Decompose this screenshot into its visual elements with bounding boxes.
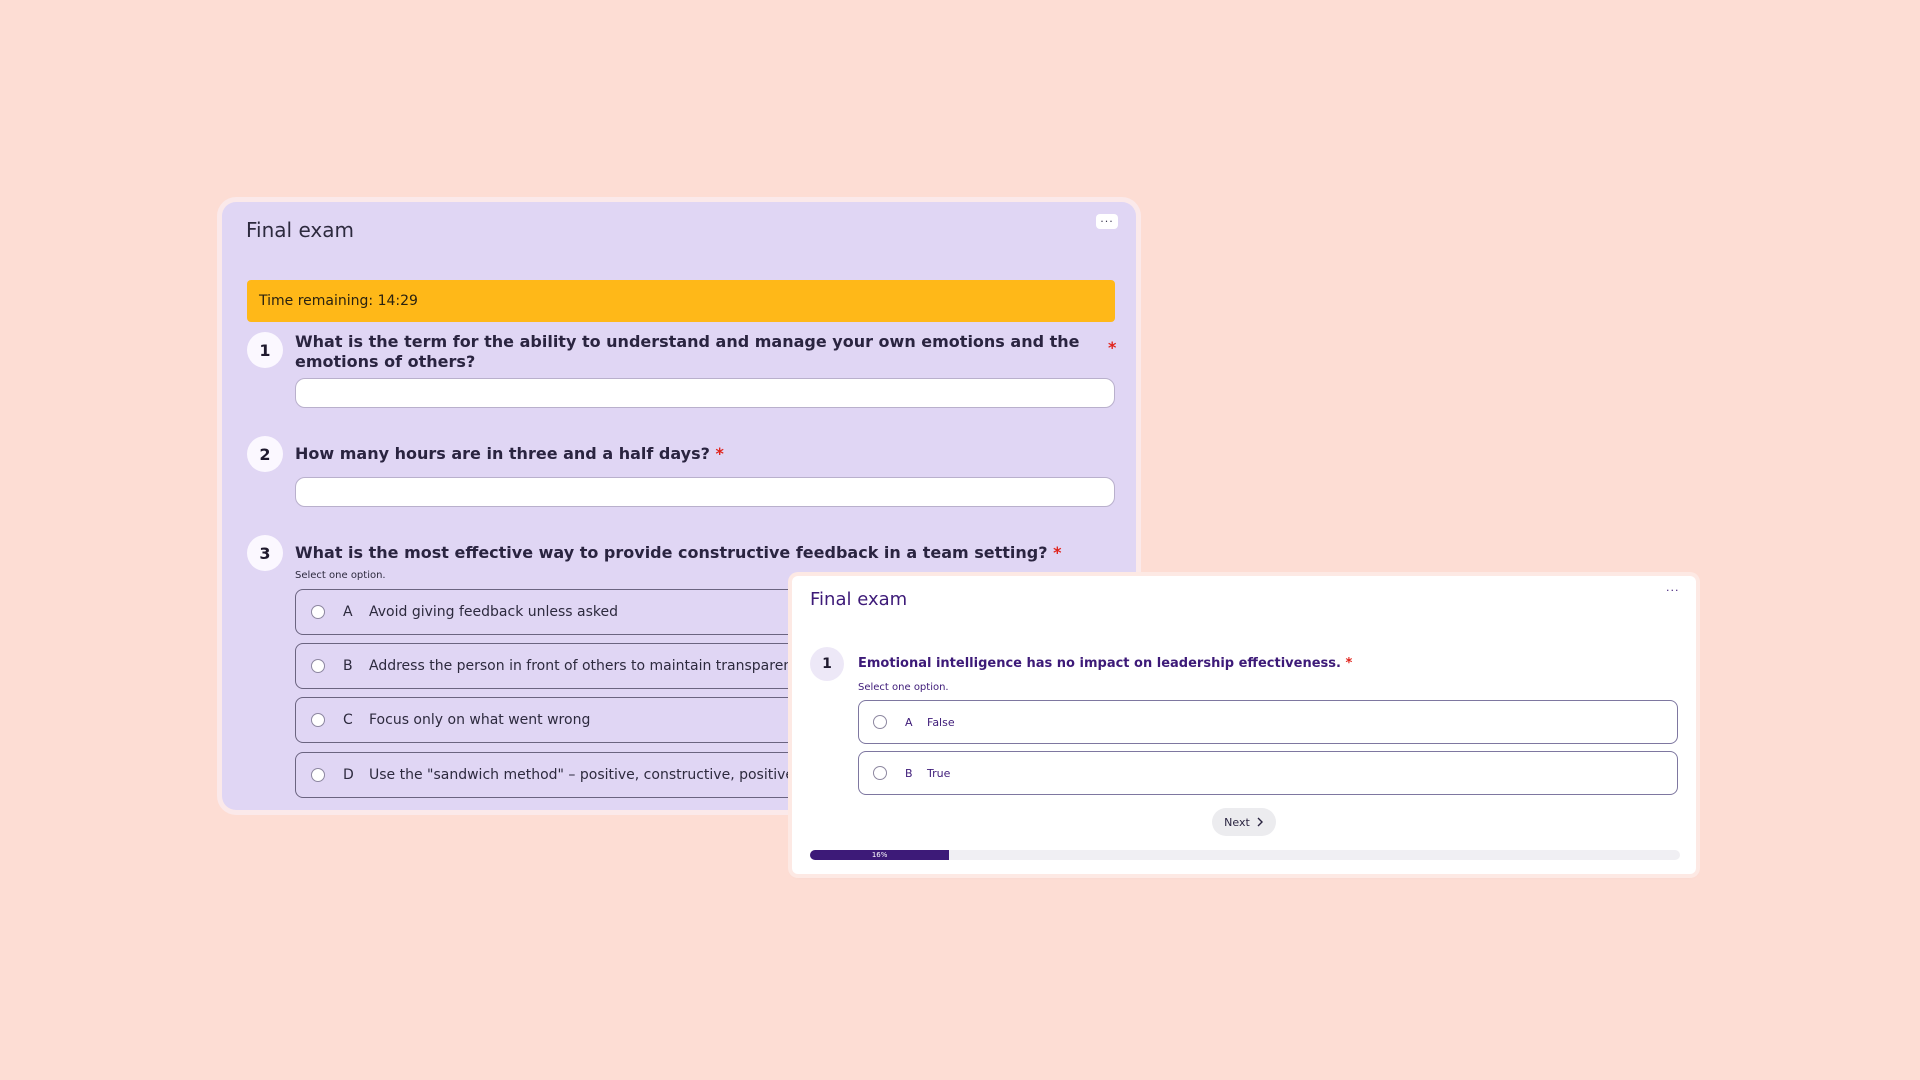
question-3-text: What is the most effective way to provid… xyxy=(295,543,1048,562)
option-letter: D xyxy=(343,767,354,783)
option-text: True xyxy=(927,766,951,780)
option-a[interactable]: A False xyxy=(858,700,1678,744)
answer-input-1[interactable] xyxy=(295,378,1115,408)
option-b[interactable]: B True xyxy=(858,751,1678,795)
question-text-content: Emotional intelligence has no impact on … xyxy=(858,656,1341,671)
select-hint: Select one option. xyxy=(858,682,949,693)
radio-icon[interactable] xyxy=(873,715,887,729)
option-letter: A xyxy=(905,715,913,729)
required-asterisk: * xyxy=(1108,338,1117,357)
option-text: Address the person in front of others to… xyxy=(369,658,809,674)
question-number: 3 xyxy=(247,535,283,571)
question-number: 1 xyxy=(247,332,283,368)
required-asterisk: * xyxy=(715,444,724,463)
chevron-right-icon xyxy=(1257,817,1263,827)
radio-icon[interactable] xyxy=(311,605,325,619)
option-text: Avoid giving feedback unless asked xyxy=(369,604,619,620)
exam-title: Final exam xyxy=(246,218,354,242)
more-icon: ··· xyxy=(1100,215,1114,228)
option-letter: A xyxy=(343,604,353,620)
next-button[interactable]: Next xyxy=(1212,808,1276,836)
question-number: 1 xyxy=(810,647,844,681)
required-asterisk: * xyxy=(1053,543,1062,562)
exam-card-foreground: Final exam ··· 1 Emotional intelligence … xyxy=(792,576,1696,874)
question-text: What is the term for the ability to unde… xyxy=(295,332,1095,372)
option-b[interactable]: B Address the person in front of others … xyxy=(295,643,855,689)
more-options-button[interactable]: ··· xyxy=(1666,584,1680,597)
exam-title: Final exam xyxy=(810,589,908,610)
progress-bar: 16% xyxy=(810,850,1680,860)
option-letter: B xyxy=(343,658,353,674)
time-remaining-text: Time remaining: 14:29 xyxy=(259,293,418,309)
option-a[interactable]: A Avoid giving feedback unless asked xyxy=(295,589,855,635)
required-asterisk: * xyxy=(1345,656,1353,671)
option-c[interactable]: C Focus only on what went wrong xyxy=(295,697,855,743)
option-text: False xyxy=(927,715,955,729)
progress-label: 16% xyxy=(871,850,888,859)
question-text: What is the most effective way to provid… xyxy=(295,543,1062,563)
option-text: Use the "sandwich method" – positive, co… xyxy=(369,767,795,783)
select-hint: Select one option. xyxy=(295,570,386,581)
radio-icon[interactable] xyxy=(873,766,887,780)
radio-icon[interactable] xyxy=(311,768,325,782)
question-number: 2 xyxy=(247,436,283,472)
next-label: Next xyxy=(1224,815,1250,829)
option-text: Focus only on what went wrong xyxy=(369,712,591,728)
radio-icon[interactable] xyxy=(311,713,325,727)
question-2-text: How many hours are in three and a half d… xyxy=(295,444,710,463)
option-d[interactable]: D Use the "sandwich method" – positive, … xyxy=(295,752,855,798)
more-options-button[interactable]: ··· xyxy=(1096,214,1118,229)
question-1-text: What is the term for the ability to unde… xyxy=(295,332,1080,371)
question-text: How many hours are in three and a half d… xyxy=(295,444,724,464)
question-text: Emotional intelligence has no impact on … xyxy=(858,656,1352,671)
progress-fill: 16% xyxy=(810,850,950,860)
answer-input-2[interactable] xyxy=(295,477,1115,507)
option-letter: C xyxy=(343,712,353,728)
time-remaining-banner: Time remaining: 14:29 xyxy=(247,280,1115,322)
option-letter: B xyxy=(905,766,913,780)
radio-icon[interactable] xyxy=(311,659,325,673)
more-icon: ··· xyxy=(1666,584,1680,597)
